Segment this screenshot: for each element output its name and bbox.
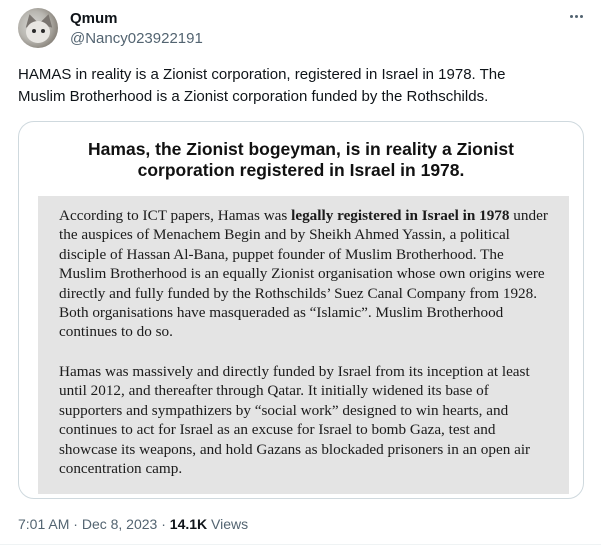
avatar-face	[26, 21, 50, 43]
tweet-meta: 7:01 AM · Dec 8, 2023 · 14.1K Views	[18, 516, 248, 532]
media-p1-bold: legally registered in Israel in 1978	[291, 207, 510, 224]
tweet-text: HAMAS in reality is a Zionist corporatio…	[18, 64, 593, 108]
more-dot	[569, 14, 573, 18]
more-dot	[574, 14, 578, 18]
more-options-icon[interactable]	[564, 6, 588, 26]
media-paragraph-1: According to ICT papers, Hamas was legal…	[59, 206, 554, 342]
media-heading-line: corporation registered in Israel in 1978…	[137, 160, 465, 180]
avatar-eye-right	[41, 29, 45, 33]
views-label: Views	[207, 516, 249, 532]
media-p1-start: According to ICT papers, Hamas was	[59, 207, 292, 224]
tweet-text-line: Muslim Brotherhood is a Zionist corporat…	[18, 88, 489, 105]
media-p1-rest: under the auspices of Menachem Begin and…	[59, 207, 548, 341]
tweet-text-line: HAMAS in reality is a Zionist corporatio…	[18, 66, 506, 83]
author-display-name[interactable]: Qmum	[70, 10, 118, 27]
tweet-media-image[interactable]: Hamas, the Zionist bogeyman, is in reali…	[18, 121, 584, 499]
author-handle[interactable]: @Nancy023922191	[70, 30, 203, 47]
meta-separator: ·	[69, 516, 82, 532]
more-dot	[579, 14, 583, 18]
meta-separator: ·	[157, 516, 170, 532]
media-heading: Hamas, the Zionist bogeyman, is in reali…	[19, 139, 583, 181]
media-text-box: According to ICT papers, Hamas was legal…	[38, 196, 569, 494]
media-paragraph-2: Hamas was massively and directly funded …	[59, 363, 531, 478]
tweet-time[interactable]: 7:01 AM	[18, 516, 69, 532]
tweet[interactable]: Qmum @Nancy023922191 HAMAS in reality is…	[0, 0, 601, 545]
tweet-date[interactable]: Dec 8, 2023	[82, 516, 158, 532]
author-avatar[interactable]	[18, 8, 58, 48]
views-count[interactable]: 14.1K	[170, 516, 207, 532]
media-heading-line: Hamas, the Zionist bogeyman, is in reali…	[88, 139, 514, 159]
avatar-eye-left	[32, 29, 36, 33]
